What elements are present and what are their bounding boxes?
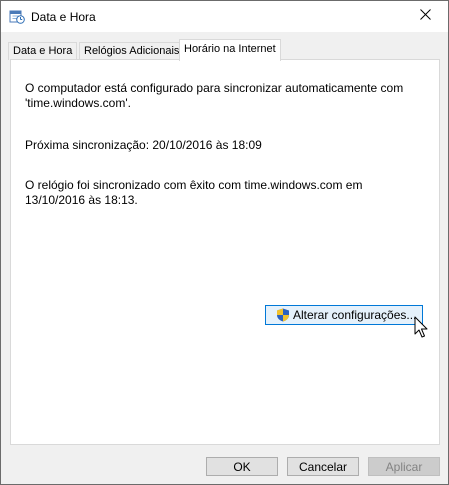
internet-time-panel: O computador está configurado para sincr… xyxy=(10,59,440,445)
change-settings-label: Alterar configurações... xyxy=(293,308,417,322)
apply-button[interactable]: Aplicar xyxy=(368,457,440,476)
change-settings-button[interactable]: Alterar configurações... xyxy=(265,305,423,325)
mouse-pointer-icon xyxy=(414,316,430,340)
sync-description-line2: 'time.windows.com'. xyxy=(25,96,131,110)
ok-button[interactable]: OK xyxy=(206,457,278,476)
date-time-dialog: Data e Hora Data e Hora Relógios Adicion… xyxy=(0,0,449,485)
close-button[interactable] xyxy=(403,1,448,31)
window-title: Data e Hora xyxy=(31,10,96,24)
sync-description: O computador está configurado para sincr… xyxy=(25,81,425,111)
tab-additional-clocks[interactable]: Relógios Adicionais xyxy=(79,42,185,60)
close-icon xyxy=(420,9,431,23)
tab-strip: Data e Hora Relógios Adicionais Horário … xyxy=(1,32,448,61)
last-sync-text: O relógio foi sincronizado com êxito com… xyxy=(25,178,425,208)
last-sync-line2: 13/10/2016 às 18:13. xyxy=(25,193,138,207)
next-sync-text: Próxima sincronização: 20/10/2016 às 18:… xyxy=(25,138,262,152)
sync-description-line1: O computador está configurado para sincr… xyxy=(25,81,404,95)
title-bar: Data e Hora xyxy=(1,1,448,32)
tab-internet-time[interactable]: Horário na Internet xyxy=(179,39,281,61)
calendar-clock-icon xyxy=(9,8,25,24)
uac-shield-icon xyxy=(276,308,290,322)
tab-date-time[interactable]: Data e Hora xyxy=(8,42,78,60)
last-sync-line1: O relógio foi sincronizado com êxito com… xyxy=(25,178,363,192)
cancel-button[interactable]: Cancelar xyxy=(287,457,359,476)
